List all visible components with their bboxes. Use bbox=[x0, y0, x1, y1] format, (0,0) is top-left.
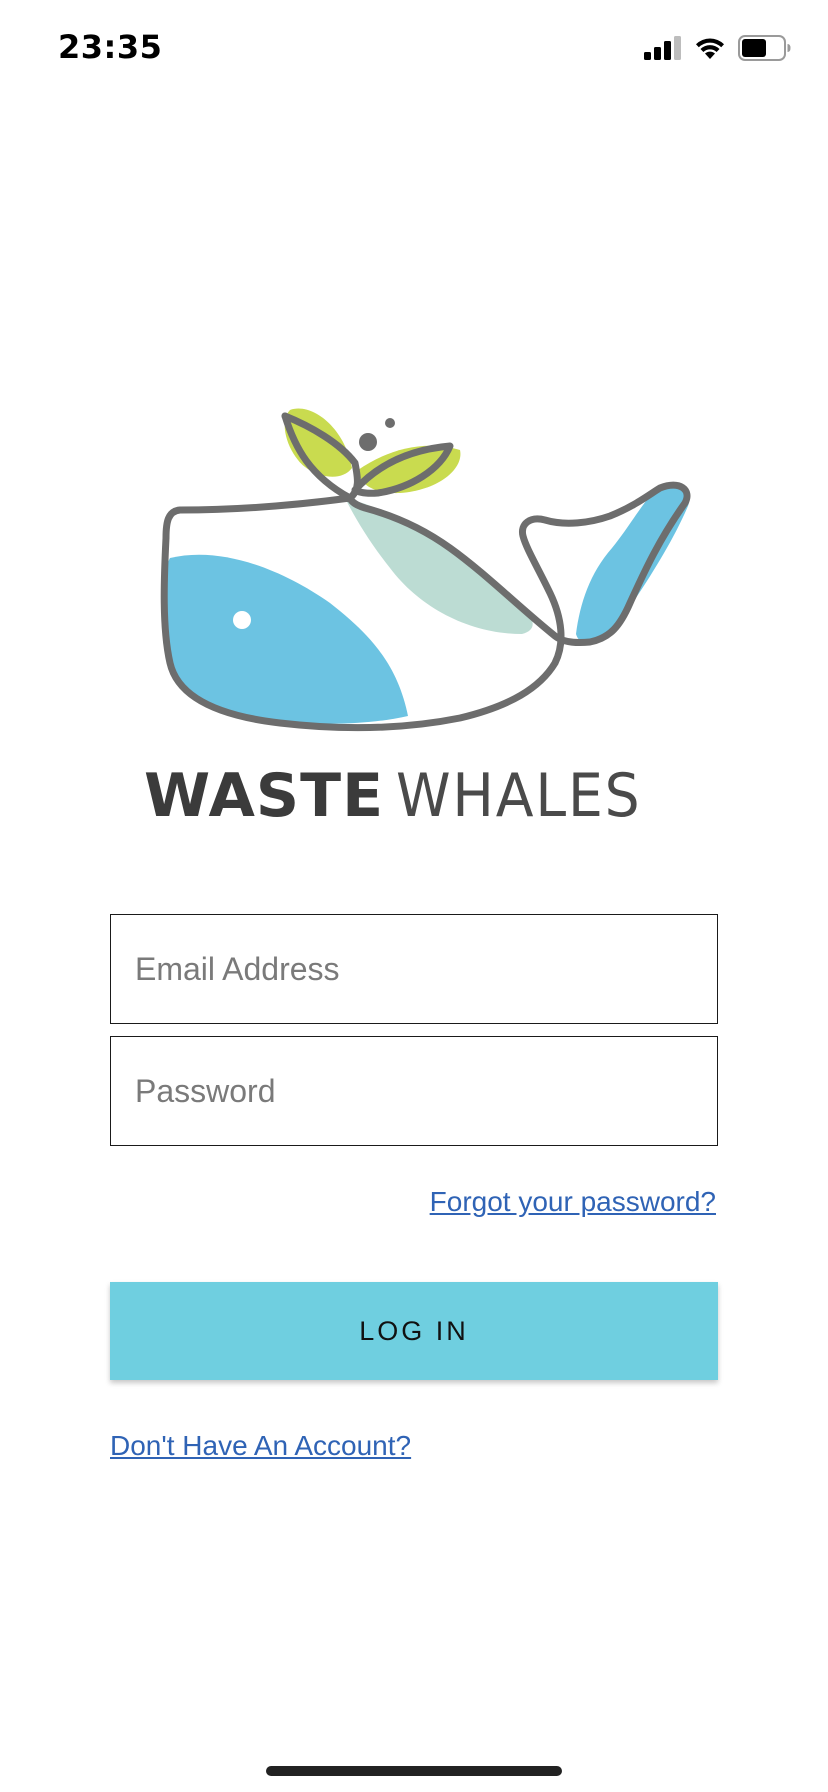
password-field-container bbox=[110, 1036, 718, 1146]
wordmark-waste: WASTE bbox=[144, 761, 385, 831]
forgot-password-link[interactable]: Forgot your password? bbox=[430, 1186, 716, 1218]
battery-icon bbox=[738, 34, 792, 66]
wifi-icon bbox=[694, 36, 726, 65]
home-indicator[interactable] bbox=[266, 1766, 562, 1776]
login-button[interactable]: LOG IN bbox=[110, 1282, 718, 1380]
email-field[interactable] bbox=[111, 915, 717, 1023]
password-field[interactable] bbox=[111, 1037, 717, 1145]
cellular-signal-icon bbox=[644, 35, 682, 65]
logo-wordmark: WASTE WHALES bbox=[144, 760, 684, 832]
wordmark-whales: WHALES bbox=[396, 761, 642, 831]
whale-logo bbox=[140, 398, 700, 738]
login-screen: 23:35 WASTE WHALES Email Address Forgot … bbox=[0, 0, 828, 1792]
signup-link[interactable]: Don't Have An Account? bbox=[110, 1430, 411, 1462]
email-field-container bbox=[110, 914, 718, 1024]
status-time: 23:35 bbox=[58, 28, 163, 66]
status-bar: 23:35 bbox=[0, 0, 828, 100]
status-icons bbox=[644, 34, 792, 66]
